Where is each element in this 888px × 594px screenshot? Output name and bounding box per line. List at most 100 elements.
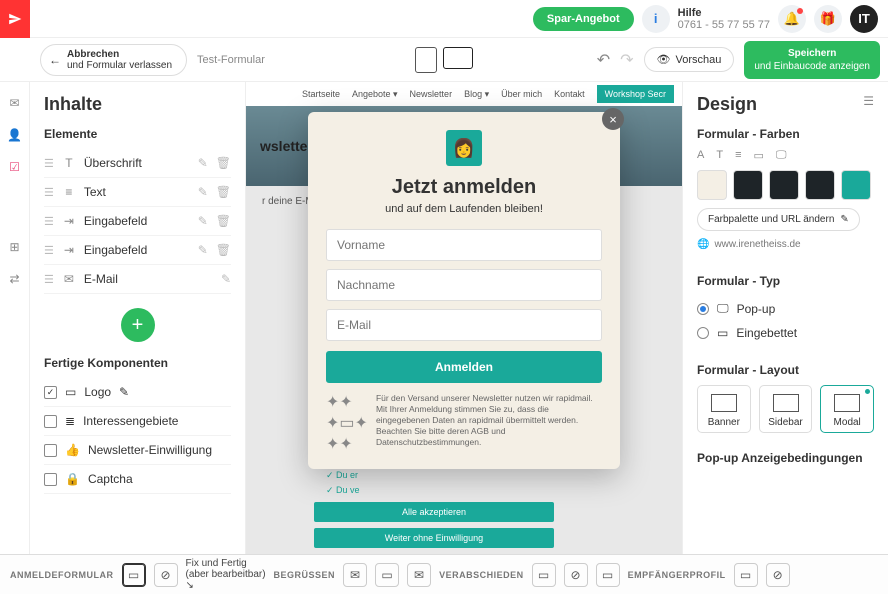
color-swatch[interactable] bbox=[769, 170, 799, 200]
component-row[interactable]: 👍Newsletter-Einwilligung bbox=[44, 436, 231, 465]
save-button[interactable]: Speichern und Einbaucode anzeigen bbox=[744, 41, 880, 79]
form-name: Test-Formular bbox=[197, 54, 265, 66]
avatar[interactable]: IT bbox=[850, 5, 878, 33]
type-heading: Formular - Typ bbox=[697, 274, 874, 288]
checkbox[interactable] bbox=[44, 415, 57, 428]
form-check-icon[interactable]: ⊘ bbox=[154, 563, 178, 587]
element-type-icon: ≡ bbox=[62, 185, 76, 199]
rail-forms-icon[interactable]: ☑ bbox=[9, 160, 20, 174]
panel-settings-icon[interactable]: ☰ bbox=[863, 94, 874, 108]
drag-icon[interactable]: ☰ bbox=[44, 273, 54, 286]
pencil-icon[interactable]: ✎ bbox=[198, 243, 208, 257]
goodbye-opt-3[interactable]: ▭ bbox=[596, 563, 620, 587]
viewport-mobile[interactable] bbox=[415, 47, 437, 73]
align-icon: ≡ bbox=[735, 149, 741, 162]
checkbox[interactable] bbox=[44, 444, 57, 457]
gift-icon[interactable]: 🎁 bbox=[814, 5, 842, 33]
rail-user-icon[interactable]: 👤 bbox=[7, 128, 22, 142]
profile-opt-1[interactable]: ▭ bbox=[734, 563, 758, 587]
color-swatch[interactable] bbox=[805, 170, 835, 200]
close-icon[interactable]: × bbox=[602, 108, 624, 130]
goodbye-opt-1[interactable]: ▭ bbox=[532, 563, 556, 587]
popup-type-icon: 🖵 bbox=[717, 301, 729, 316]
rail-settings-icon[interactable]: ⇄ bbox=[9, 272, 19, 286]
welcome-opt-1[interactable]: ✉ bbox=[343, 563, 367, 587]
help-block[interactable]: Hilfe 0761 - 55 77 55 77 bbox=[678, 7, 770, 31]
drag-icon[interactable]: ☰ bbox=[44, 215, 54, 228]
components-heading: Fertige Komponenten bbox=[44, 356, 231, 370]
app-logo[interactable] bbox=[0, 0, 30, 38]
trash-icon[interactable]: 🗑 bbox=[216, 243, 231, 257]
drag-icon[interactable]: ☰ bbox=[44, 186, 54, 199]
color-swatch[interactable] bbox=[697, 170, 727, 200]
type-popup-radio[interactable]: 🖵 Pop-up bbox=[697, 296, 874, 321]
submit-button[interactable]: Anmelden bbox=[326, 351, 602, 383]
radio-off-icon bbox=[697, 327, 709, 339]
trash-icon[interactable]: 🗑 bbox=[216, 185, 231, 199]
goodbye-opt-2[interactable]: ⊘ bbox=[564, 563, 588, 587]
embed-type-icon: ▭ bbox=[717, 326, 728, 340]
form-layout-icon[interactable]: ▭ bbox=[122, 563, 146, 587]
add-element-button[interactable]: + bbox=[121, 308, 155, 342]
color-swatch[interactable] bbox=[841, 170, 871, 200]
nav-rail: ✉ 👤 ☑ ⊞ ⇄ bbox=[0, 82, 30, 554]
pencil-icon[interactable]: ✎ bbox=[198, 185, 208, 199]
component-label: Captcha bbox=[88, 472, 133, 486]
bell-icon[interactable]: 🔔 bbox=[778, 5, 806, 33]
preview-button[interactable]: 👁 Vorschau bbox=[644, 47, 735, 72]
layout-modal[interactable]: Modal bbox=[820, 385, 874, 433]
trash-icon[interactable]: 🗑 bbox=[216, 156, 231, 170]
checkbox[interactable] bbox=[44, 473, 57, 486]
drag-icon[interactable]: ☰ bbox=[44, 244, 54, 257]
component-row[interactable]: ≣Interessengebiete bbox=[44, 407, 231, 436]
element-row[interactable]: ☰⇥Eingabefeld✎🗑 bbox=[44, 236, 231, 265]
element-row[interactable]: ☰⇥Eingabefeld✎🗑 bbox=[44, 207, 231, 236]
url-row: 🌐 www.irenetheiss.de bbox=[697, 239, 874, 250]
color-swatch[interactable] bbox=[733, 170, 763, 200]
box-icon: ▭ bbox=[754, 149, 764, 162]
profile-opt-2[interactable]: ⊘ bbox=[766, 563, 790, 587]
email-field[interactable] bbox=[326, 309, 602, 341]
component-row[interactable]: ✓▭Logo✎ bbox=[44, 378, 231, 407]
layout-shape-icon bbox=[834, 394, 860, 412]
popup-subtitle: und auf dem Laufenden bleiben! bbox=[326, 203, 602, 215]
cancel-button[interactable]: ← Abbrechen und Formular verlassen bbox=[40, 44, 187, 76]
type-embed-radio[interactable]: ▭ Eingebettet bbox=[697, 321, 874, 345]
pencil-icon[interactable]: ✎ bbox=[198, 214, 208, 228]
drag-icon[interactable]: ☰ bbox=[44, 157, 54, 170]
layout-banner[interactable]: Banner bbox=[697, 385, 751, 433]
pencil-icon[interactable]: ✎ bbox=[221, 272, 231, 286]
welcome-opt-3[interactable]: ✉ bbox=[407, 563, 431, 587]
last-name-field[interactable] bbox=[326, 269, 602, 301]
checkbox[interactable]: ✓ bbox=[44, 386, 57, 399]
section-form: ANMELDEFORMULAR bbox=[10, 570, 114, 580]
trash-icon[interactable]: 🗑 bbox=[216, 214, 231, 228]
help-phone: 0761 - 55 77 55 77 bbox=[678, 19, 770, 31]
spar-angebot-button[interactable]: Spar-Angebot bbox=[533, 7, 634, 31]
pencil-icon: ✎ bbox=[840, 214, 848, 225]
layout-sidebar[interactable]: Sidebar bbox=[759, 385, 813, 433]
rail-templates-icon[interactable]: ⊞ bbox=[9, 240, 19, 254]
redo-button[interactable]: ↷ bbox=[620, 50, 633, 70]
section-goodbye: VERABSCHIEDEN bbox=[439, 570, 524, 580]
undo-button[interactable]: ↶ bbox=[597, 50, 610, 70]
first-name-field[interactable] bbox=[326, 229, 602, 261]
info-icon[interactable]: i bbox=[642, 5, 670, 33]
legal-text: ✦✦✦▭✦✦✦ Für den Versand unserer Newslett… bbox=[326, 393, 602, 455]
palette-button[interactable]: Farbpalette und URL ändern ✎ bbox=[697, 208, 860, 231]
component-label: Newsletter-Einwilligung bbox=[88, 443, 212, 457]
component-row[interactable]: 🔒Captcha bbox=[44, 465, 231, 494]
welcome-opt-2[interactable]: ▭ bbox=[375, 563, 399, 587]
element-row[interactable]: ☰≡Text✎🗑 bbox=[44, 178, 231, 207]
element-label: Überschrift bbox=[84, 156, 190, 170]
rail-mail-icon[interactable]: ✉ bbox=[9, 96, 19, 110]
component-label: Interessengebiete bbox=[83, 414, 178, 428]
pencil-icon[interactable]: ✎ bbox=[198, 156, 208, 170]
pencil-icon[interactable]: ✎ bbox=[119, 385, 129, 399]
viewport-desktop[interactable] bbox=[443, 47, 473, 69]
element-type-icon: ⇥ bbox=[62, 214, 76, 228]
display-cond-heading: Pop-up Anzeigebedingungen bbox=[697, 451, 874, 465]
element-row[interactable]: ☰TÜberschrift✎🗑 bbox=[44, 149, 231, 178]
element-row[interactable]: ☰✉E-Mail✎ bbox=[44, 265, 231, 294]
screen-icon: 🖵 bbox=[776, 149, 787, 162]
